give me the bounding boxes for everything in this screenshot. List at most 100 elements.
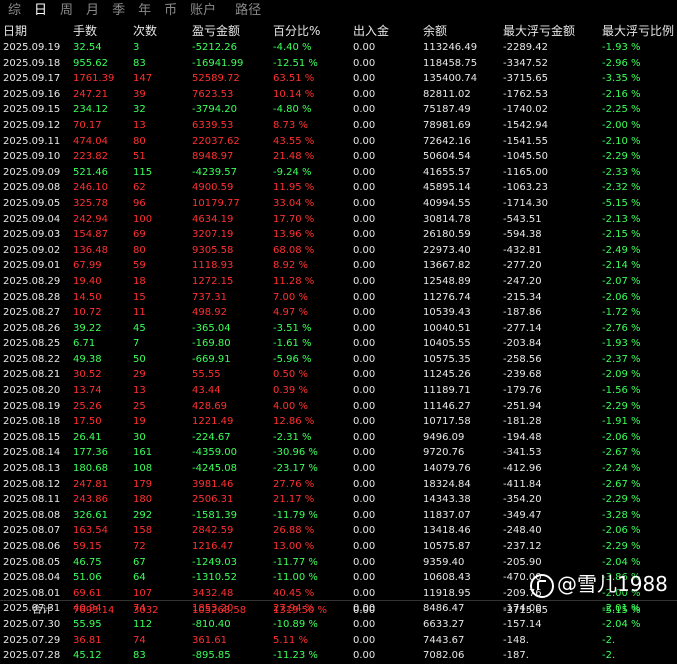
table-row[interactable]: 2025.08.27 10.72 11 498.92 4.97 % 0.00 10539.4… <box>0 305 677 321</box>
column-header-7[interactable]: 最大浮亏金额 <box>503 22 575 40</box>
tab-1[interactable]: 日 <box>34 0 47 22</box>
table-row[interactable]: 2025.09.09 521.46 115 -4239.57 -9.24 % 0.00 41… <box>0 165 677 181</box>
cell-余额: 10575.35 <box>423 353 471 365</box>
tab-3[interactable]: 月 <box>86 0 99 22</box>
cell-盈亏金额: 7623.53 <box>192 88 234 100</box>
table-row[interactable]: 2025.08.29 19.40 18 1272.15 11.28 % 0.00 12548… <box>0 274 677 290</box>
cell-余额: 22973.40 <box>423 244 471 256</box>
table-row[interactable]: 2025.08.28 14.50 15 737.31 7.00 % 0.00 11276.7… <box>0 290 677 306</box>
column-header-6[interactable]: 余额 <box>423 22 447 40</box>
table-row[interactable]: 2025.08.20 13.74 13 43.44 0.39 % 0.00 11189.71… <box>0 383 677 399</box>
table-row[interactable]: 2025.09.11 474.04 80 22037.62 43.55 % 0.00 726… <box>0 134 677 150</box>
table-row[interactable]: 2025.08.21 30.52 29 55.55 0.50 % 0.00 11245.26… <box>0 367 677 383</box>
cell-日期: 2025.09.09 <box>3 166 61 178</box>
table-row[interactable]: 2025.08.14 177.36 161 -4359.00 -30.96 % 0.00 9… <box>0 445 677 461</box>
tab-0[interactable]: 综 <box>8 0 21 22</box>
cell-日期: 2025.08.11 <box>3 494 61 506</box>
cell-百分比%: 0.39 % <box>273 385 308 397</box>
table-row[interactable]: 2025.08.06 59.15 72 1216.47 13.00 % 0.00 10575… <box>0 539 677 555</box>
cell-百分比%: 63.51 % <box>273 73 315 85</box>
table-row[interactable]: 2025.08.12 247.81 179 3981.46 27.76 % 0.00 183… <box>0 477 677 493</box>
table-row[interactable]: 2025.09.16 247.21 39 7623.53 10.14 % 0.00 8281… <box>0 87 677 103</box>
cell-日期: 2025.08.12 <box>3 478 61 490</box>
table-row[interactable]: 2025.09.02 136.48 80 9305.58 68.08 % 0.00 2297… <box>0 243 677 259</box>
cell-余额: 13418.46 <box>423 525 471 537</box>
table-row[interactable]: 2025.09.19 32.54 3 -5212.26 -4.40 % 0.00 11324… <box>0 40 677 56</box>
tab-6[interactable]: 币 <box>164 0 177 22</box>
cell-手数: 39.22 <box>73 322 102 334</box>
cell-最大浮亏比例: -2.25 % <box>602 104 641 116</box>
cell-次数: 80 <box>133 244 146 256</box>
column-header-5[interactable]: 出入金 <box>353 22 389 40</box>
table-row[interactable]: 2025.08.11 243.86 180 2506.31 21.17 % 0.00 143… <box>0 492 677 508</box>
cell-盈亏金额: -365.04 <box>192 322 231 334</box>
cell-手数: 49.38 <box>73 353 102 365</box>
cell-出入金: 0.00 <box>353 494 376 506</box>
table-row[interactable]: 2025.09.18 955.62 83 -16941.99 -12.51 % 0.00 1… <box>0 56 677 72</box>
cell-出入金: 0.00 <box>353 73 376 85</box>
cell-出入金: 0.00 <box>353 463 376 475</box>
tab-8[interactable]: 路径 <box>235 0 261 22</box>
table-row[interactable]: 2025.09.03 154.87 69 3207.19 13.96 % 0.00 2618… <box>0 227 677 243</box>
totals-row: 合计 7693.14 3032 105268.58 1319.50 % 0.00… <box>0 600 677 620</box>
cell-出入金: 0.00 <box>353 307 376 319</box>
tab-7[interactable]: 账户 <box>190 0 216 22</box>
cell-手数: 17.50 <box>73 416 102 428</box>
column-header-8[interactable]: 最大浮亏比例 <box>602 22 674 40</box>
cell-出入金: 0.00 <box>353 369 376 381</box>
column-header-4[interactable]: 百分比% <box>273 22 320 40</box>
cell-最大浮亏比例: -2.15 % <box>602 229 641 241</box>
table-row[interactable]: 2025.09.12 70.17 13 6339.53 8.73 % 0.00 78981.… <box>0 118 677 134</box>
cell-日期: 2025.08.19 <box>3 400 61 412</box>
cell-盈亏金额: 498.92 <box>192 307 227 319</box>
tab-4[interactable]: 季 <box>112 0 125 22</box>
table-row[interactable]: 2025.08.18 17.50 19 1221.49 12.86 % 0.00 10717… <box>0 414 677 430</box>
table-row[interactable]: 2025.09.15 234.12 32 -3794.20 -4.80 % 0.00 751… <box>0 102 677 118</box>
cell-手数: 45.12 <box>73 650 102 662</box>
cell-盈亏金额: 4634.19 <box>192 213 234 225</box>
table-row[interactable]: 2025.09.05 325.78 96 10179.77 33.04 % 0.00 409… <box>0 196 677 212</box>
tab-5[interactable]: 年 <box>138 0 151 22</box>
table-row[interactable]: 2025.08.26 39.22 45 -365.04 -3.51 % 0.00 10040… <box>0 321 677 337</box>
table-row[interactable]: 2025.09.10 223.82 51 8948.97 21.48 % 0.00 5060… <box>0 149 677 165</box>
cell-余额: 11276.74 <box>423 291 471 303</box>
cell-余额: 10539.43 <box>423 307 471 319</box>
column-header-1[interactable]: 手数 <box>73 22 97 40</box>
cell-最大浮亏比例: -2.49 % <box>602 244 641 256</box>
table-row[interactable]: 2025.09.01 67.99 59 1118.93 8.92 % 0.00 13667.… <box>0 258 677 274</box>
cell-盈亏金额: 10179.77 <box>192 197 240 209</box>
cell-手数: 51.06 <box>73 572 102 584</box>
cell-最大浮亏金额: -349.47 <box>503 509 542 521</box>
cell-次数: 11 <box>133 307 146 319</box>
cell-最大浮亏比例: -2.06 % <box>602 431 641 443</box>
table-row[interactable]: 2025.08.22 49.38 50 -669.91 -5.96 % 0.00 10575… <box>0 352 677 368</box>
cell-次数: 32 <box>133 104 146 116</box>
tab-2[interactable]: 周 <box>60 0 73 22</box>
table-row[interactable]: 2025.08.25 6.71 7 -169.80 -1.61 % 0.00 10405.5… <box>0 336 677 352</box>
cell-盈亏金额: 428.69 <box>192 400 227 412</box>
table-row[interactable]: 2025.08.13 180.68 108 -4245.08 -23.17 % 0.00 1… <box>0 461 677 477</box>
table-row[interactable]: 2025.07.28 45.12 83 -895.85 -11.23 % 0.00 7082… <box>0 648 677 664</box>
cell-手数: 177.36 <box>73 447 108 459</box>
table-row[interactable]: 2025.08.19 25.26 25 428.69 4.00 % 0.00 11146.2… <box>0 399 677 415</box>
table-row[interactable]: 2025.09.17 1761.39 147 52589.72 63.51 % 0.00 1… <box>0 71 677 87</box>
cell-百分比%: 8.92 % <box>273 260 308 272</box>
cell-出入金: 0.00 <box>353 119 376 131</box>
table-row[interactable]: 2025.07.29 36.81 74 361.61 5.11 % 0.00 7443.67… <box>0 633 677 649</box>
cell-次数: 83 <box>133 650 146 662</box>
column-header-0[interactable]: 日期 <box>3 22 27 40</box>
cell-手数: 180.68 <box>73 463 108 475</box>
cell-盈亏金额: -1310.52 <box>192 572 237 584</box>
cell-手数: 223.82 <box>73 151 108 163</box>
table-row[interactable]: 2025.08.08 326.61 292 -1581.39 -11.79 % 0.00 1… <box>0 508 677 524</box>
column-header-2[interactable]: 次数 <box>133 22 157 40</box>
cell-最大浮亏金额: -148. <box>503 634 529 646</box>
cell-盈亏金额: 3207.19 <box>192 229 234 241</box>
column-header-3[interactable]: 盈亏金额 <box>192 22 240 40</box>
table-row[interactable]: 2025.09.04 242.94 100 4634.19 17.70 % 0.00 308… <box>0 212 677 228</box>
table-row[interactable]: 2025.08.07 163.54 158 2842.59 26.88 % 0.00 134… <box>0 523 677 539</box>
cell-最大浮亏比例: -2.09 % <box>602 369 641 381</box>
table-row[interactable]: 2025.08.15 26.41 30 -224.67 -2.31 % 0.00 9496.… <box>0 430 677 446</box>
table-row[interactable]: 2025.09.08 246.10 62 4900.59 11.95 % 0.00 4589… <box>0 180 677 196</box>
cell-百分比%: -4.80 % <box>273 104 312 116</box>
